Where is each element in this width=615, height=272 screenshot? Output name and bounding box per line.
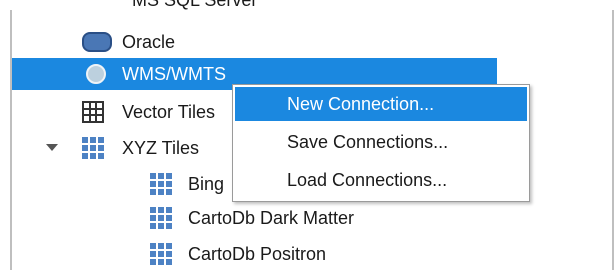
- tree-item-cartodb-dark-matter[interactable]: CartoDb Dark Matter: [12, 200, 612, 236]
- menu-item-load-connections[interactable]: Load Connections...: [235, 163, 527, 197]
- tile-grid-icon: [150, 243, 172, 265]
- tree-item-label: Vector Tiles: [122, 102, 216, 122]
- tile-grid-icon: [150, 207, 172, 229]
- tree-item-label: Bing: [188, 174, 225, 194]
- globe-icon: [86, 64, 106, 84]
- menu-item-label: Save Connections...: [287, 132, 449, 152]
- tile-grid-icon: [150, 173, 172, 195]
- oracle-database-icon: [82, 32, 112, 52]
- tree-item-cartodb-positron[interactable]: CartoDb Positron: [12, 236, 612, 272]
- tree-item-label: XYZ Tiles: [122, 138, 200, 158]
- xyz-tiles-icon: [82, 137, 104, 159]
- tree-item-label: MS SQL Server: [132, 0, 258, 10]
- tree-item-oracle[interactable]: Oracle: [12, 24, 612, 60]
- tree-item-label: CartoDb Positron: [188, 244, 327, 264]
- grid-icon: [82, 101, 104, 123]
- panel-right-border: [612, 10, 614, 270]
- menu-item-label: New Connection...: [287, 94, 435, 114]
- tree-item-label: Oracle: [122, 32, 176, 52]
- menu-item-new-connection[interactable]: New Connection...: [235, 87, 527, 121]
- tree-item-label: WMS/WMTS: [122, 64, 226, 84]
- menu-item-save-connections[interactable]: Save Connections...: [235, 125, 527, 159]
- tree-item-label: CartoDb Dark Matter: [188, 208, 355, 228]
- expand-arrow-icon[interactable]: [46, 144, 58, 151]
- menu-item-label: Load Connections...: [287, 170, 448, 190]
- tree-item-mssql[interactable]: MS SQL Server: [12, 0, 612, 18]
- context-menu: New Connection... Save Connections... Lo…: [232, 84, 530, 202]
